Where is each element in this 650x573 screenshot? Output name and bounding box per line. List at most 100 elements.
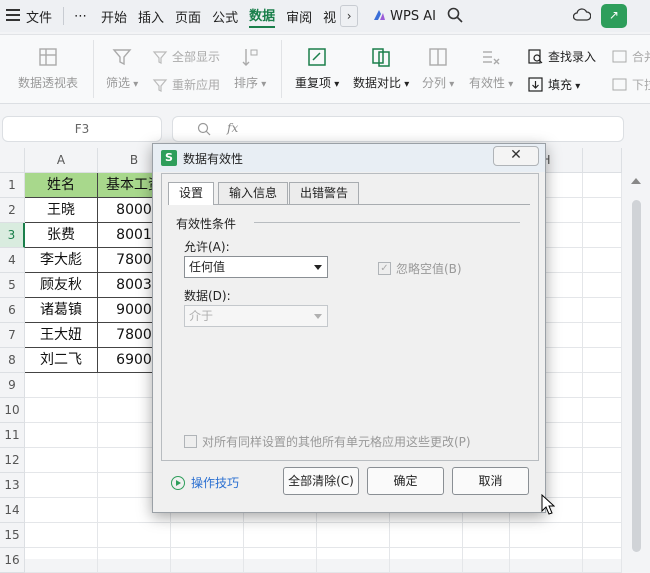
grid-cell[interactable] — [583, 498, 622, 523]
allow-select[interactable]: 任何值 — [184, 256, 328, 278]
grid-cell[interactable] — [583, 323, 622, 348]
grid-cell[interactable] — [583, 198, 622, 223]
grid-cell[interactable] — [583, 348, 622, 373]
grid-cell[interactable] — [390, 548, 463, 573]
compare-button[interactable]: 数据对比 ▾ — [353, 46, 409, 91]
grid-cell[interactable] — [317, 523, 390, 548]
clear-all-button[interactable]: 全部清除(C) — [283, 467, 359, 495]
merge-button[interactable]: 合并 — [612, 48, 650, 65]
scrollbar-thumb[interactable] — [632, 200, 641, 552]
grid-cell[interactable] — [583, 173, 622, 198]
tab-input-message[interactable]: 输入信息 — [218, 182, 289, 204]
fill-button[interactable]: 填充 ▾ — [528, 76, 580, 93]
grid-cell[interactable] — [25, 448, 98, 473]
grid-cell[interactable] — [317, 548, 390, 573]
row-header[interactable]: 11 — [0, 423, 25, 448]
row-header[interactable]: 1 — [0, 173, 25, 198]
grid-cell[interactable] — [510, 548, 583, 573]
table-cell[interactable]: 诸葛镇 — [25, 298, 98, 323]
row-header[interactable]: 16 — [0, 548, 25, 573]
formula-input[interactable]: fx — [172, 116, 624, 142]
grid-cell[interactable] — [463, 523, 510, 548]
menu-more[interactable]: ⋯ — [74, 9, 87, 24]
grid-cell[interactable] — [583, 248, 622, 273]
row-header[interactable]: 9 — [0, 373, 25, 398]
share-icon[interactable]: ↗ — [600, 4, 627, 28]
grid-cell[interactable] — [583, 298, 622, 323]
search-icon[interactable] — [447, 7, 463, 26]
row-header[interactable]: 4 — [0, 248, 25, 273]
grid-cell[interactable] — [98, 548, 171, 573]
zoom-icon[interactable] — [197, 122, 211, 139]
chevron-right-icon[interactable]: › — [340, 5, 359, 27]
help-tips-link[interactable]: 操作技巧 — [171, 474, 239, 491]
grid-cell[interactable] — [98, 523, 171, 548]
row-header[interactable]: 13 — [0, 473, 25, 498]
show-all-button[interactable]: 全部显示 — [152, 48, 220, 65]
table-cell[interactable]: 王大妞 — [25, 323, 98, 348]
grid-cell[interactable] — [463, 548, 510, 573]
reapply-button[interactable]: 重新应用 — [152, 76, 220, 93]
grid-cell[interactable] — [583, 223, 622, 248]
row-header[interactable]: 10 — [0, 398, 25, 423]
close-button[interactable]: ✕ — [493, 146, 539, 166]
table-cell[interactable]: 张费 — [25, 223, 98, 248]
grid-cell[interactable] — [583, 448, 622, 473]
grid-cell[interactable] — [171, 523, 244, 548]
tab-home[interactable]: 开始 — [101, 7, 127, 26]
name-box[interactable]: F3 — [2, 116, 162, 142]
tab-review[interactable]: 审阅 — [286, 7, 312, 26]
ok-button[interactable]: 确定 — [367, 467, 444, 495]
grid-cell[interactable] — [583, 423, 622, 448]
cloud-icon[interactable] — [572, 7, 592, 25]
row-header[interactable]: 7 — [0, 323, 25, 348]
grid-cell[interactable] — [583, 523, 622, 548]
grid-cell[interactable] — [390, 523, 463, 548]
tab-view[interactable]: 视 — [323, 7, 336, 26]
tab-formula[interactable]: 公式 — [212, 7, 238, 26]
grid-cell[interactable] — [583, 273, 622, 298]
grid-cell[interactable] — [25, 548, 98, 573]
grid-cell[interactable] — [25, 523, 98, 548]
grid-cell[interactable] — [583, 473, 622, 498]
grid-cell[interactable] — [25, 373, 98, 398]
table-cell[interactable]: 顾友秋 — [25, 273, 98, 298]
tab-insert[interactable]: 插入 — [138, 7, 164, 26]
tab-settings[interactable]: 设置 — [168, 182, 215, 205]
sort-button[interactable]: 排序 ▾ — [234, 46, 266, 91]
grid-cell[interactable] — [25, 498, 98, 523]
duplicates-button[interactable]: 重复项 ▾ — [295, 46, 339, 91]
grid-cell[interactable] — [244, 548, 317, 573]
pivot-table-button[interactable]: 数据透视表 — [18, 46, 78, 91]
grid-cell[interactable] — [244, 523, 317, 548]
tab-page[interactable]: 页面 — [175, 7, 201, 26]
lookup-entry-button[interactable]: 查找录入 — [528, 48, 596, 65]
ignore-blank-checkbox[interactable]: ✓ 忽略空值(B) — [378, 260, 462, 277]
fx-icon[interactable]: fx — [227, 121, 238, 135]
hamburger-icon[interactable] — [6, 8, 20, 24]
grid-cell[interactable] — [583, 373, 622, 398]
split-column-button[interactable]: 分列 ▾ — [422, 46, 454, 91]
table-cell[interactable]: 刘二飞 — [25, 348, 98, 373]
scroll-up-icon[interactable] — [631, 178, 641, 184]
tab-error-alert[interactable]: 出错警告 — [289, 182, 360, 204]
table-cell[interactable]: 李大彪 — [25, 248, 98, 273]
grid-cell[interactable] — [25, 473, 98, 498]
column-header-a[interactable]: A — [25, 148, 98, 173]
cancel-button[interactable]: 取消 — [452, 467, 529, 495]
row-header[interactable]: 14 — [0, 498, 25, 523]
vertical-scrollbar[interactable] — [622, 148, 650, 559]
dialog-title-bar[interactable]: S 数据有效性 ✕ — [153, 144, 545, 172]
row-header[interactable]: 5 — [0, 273, 25, 298]
select-all-corner[interactable] — [0, 148, 25, 173]
grid-cell[interactable] — [583, 398, 622, 423]
grid-cell[interactable] — [25, 423, 98, 448]
row-header[interactable]: 2 — [0, 198, 25, 223]
filter-button[interactable]: 筛选 ▾ — [106, 46, 138, 91]
menu-file[interactable]: 文件 — [26, 7, 52, 26]
grid-cell[interactable] — [171, 548, 244, 573]
grid-cell[interactable] — [510, 523, 583, 548]
table-header-cell[interactable]: 姓名 — [25, 173, 98, 198]
wps-ai-button[interactable]: WPS AI — [390, 9, 436, 24]
grid-cell[interactable] — [583, 548, 622, 573]
